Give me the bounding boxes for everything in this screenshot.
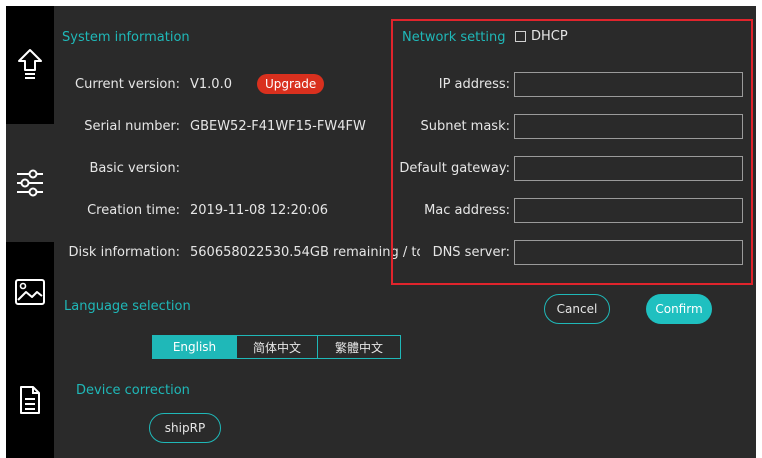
network-setting-title: Network setting	[402, 30, 506, 45]
mac-address-input[interactable]	[514, 198, 743, 223]
ip-address-label: IP address:	[438, 77, 510, 92]
sidebar	[6, 6, 54, 458]
basic-version-label: Basic version:	[89, 161, 180, 176]
language-option-traditional-chinese[interactable]: 繁體中文	[318, 336, 400, 358]
device-correction-title: Device correction	[76, 383, 190, 398]
creation-time-label: Creation time:	[87, 203, 180, 218]
serial-number-label: Serial number:	[84, 119, 180, 134]
subnet-mask-label: Subnet mask:	[420, 119, 510, 134]
language-option-simplified-chinese[interactable]: 简体中文	[237, 336, 318, 358]
disk-info-label: Disk information:	[68, 245, 180, 260]
sidebar-item-settings[interactable]	[6, 124, 54, 242]
confirm-button[interactable]: Confirm	[646, 294, 712, 324]
system-info-title: System information	[62, 30, 190, 45]
cancel-button[interactable]: Cancel	[544, 294, 610, 324]
creation-time-value: 2019-11-08 12:20:06	[190, 203, 329, 218]
language-option-english[interactable]: English	[153, 336, 237, 358]
sliders-icon	[17, 169, 43, 197]
default-gateway-label: Default gateway:	[399, 161, 510, 176]
sidebar-item-document[interactable]	[6, 342, 54, 458]
subnet-mask-input[interactable]	[514, 114, 743, 139]
sidebar-item-upload[interactable]	[6, 6, 54, 124]
mac-address-label: Mac address:	[424, 203, 510, 218]
default-gateway-input[interactable]	[514, 156, 743, 181]
dns-server-label: DNS server:	[432, 245, 510, 260]
shiprp-button[interactable]: shipRP	[149, 413, 221, 443]
image-icon	[15, 279, 45, 305]
upgrade-button[interactable]: Upgrade	[257, 74, 325, 94]
document-icon	[20, 386, 40, 414]
dns-server-input[interactable]	[514, 240, 743, 265]
dhcp-label: DHCP	[531, 29, 568, 44]
language-selection-title: Language selection	[64, 299, 191, 314]
disk-info-value: 560658022530.54GB remaining / tot	[190, 245, 420, 260]
current-version-label: Current version:	[75, 77, 180, 92]
ip-address-input[interactable]	[514, 72, 743, 97]
current-version-value: V1.0.0	[190, 77, 232, 92]
dhcp-checkbox[interactable]	[515, 31, 526, 42]
sidebar-item-image[interactable]	[6, 242, 54, 342]
language-segmented-control: English 简体中文 繁體中文	[152, 335, 401, 359]
upload-icon	[18, 49, 42, 79]
serial-number-value: GBEW52-F41WF15-FW4FW	[190, 119, 366, 134]
